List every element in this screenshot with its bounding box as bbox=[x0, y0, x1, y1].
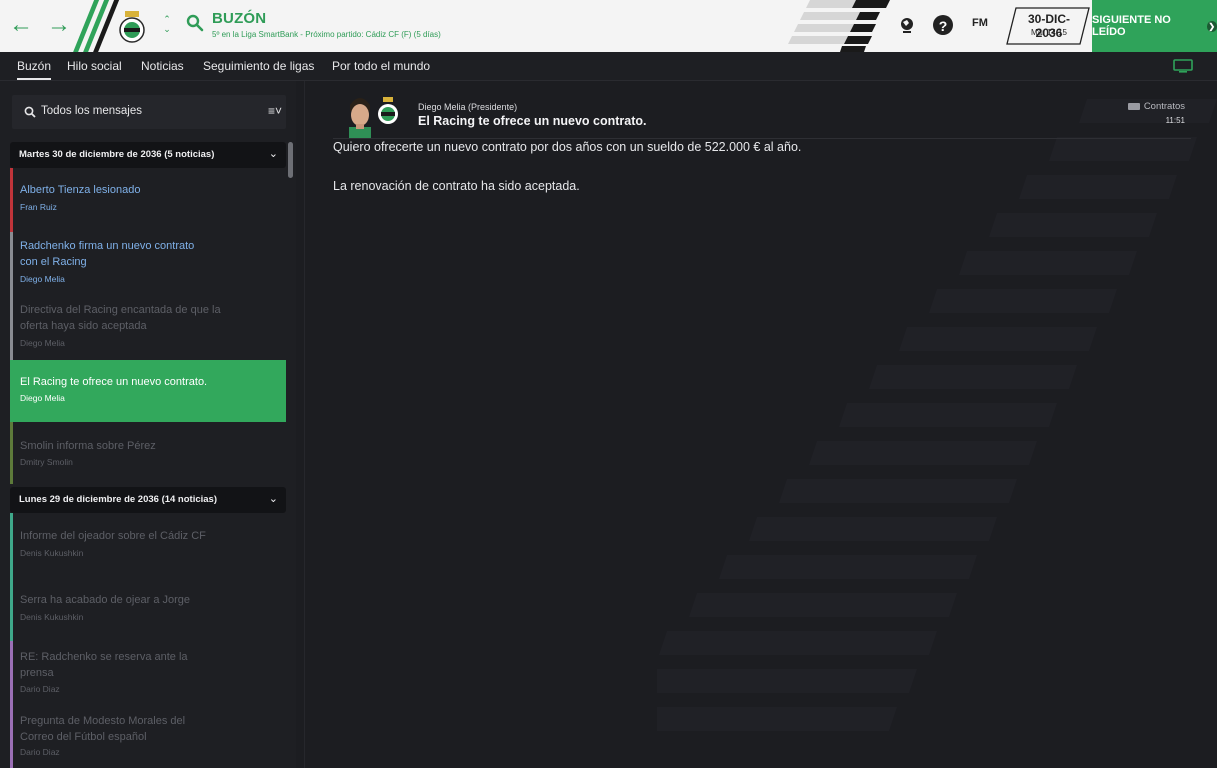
message-item-selected[interactable]: El Racing te ofrece un nuevo contrato. D… bbox=[10, 360, 286, 422]
message-subject: El Racing te ofrece un nuevo contrato. bbox=[418, 114, 647, 128]
category-label: Contratos bbox=[1143, 101, 1185, 112]
message-title: Smolin informa sobre Pérez bbox=[20, 440, 156, 452]
message-sender: Diego Melia bbox=[20, 393, 65, 403]
fm-logo-icon[interactable]: FM bbox=[972, 17, 988, 29]
message-title: Radchenko firma un nuevo contrato con el… bbox=[20, 240, 195, 268]
message-title: Informe del ojeador sobre el Cádiz CF bbox=[20, 530, 206, 542]
category-color-bar bbox=[10, 168, 13, 232]
help-icon[interactable]: ? bbox=[933, 15, 953, 35]
message-sender: Denis Kukushkin bbox=[20, 548, 84, 558]
page-subtitle: 5º en la Liga SmartBank - Próximo partid… bbox=[212, 30, 441, 39]
message-sender: Fran Ruiz bbox=[20, 202, 57, 212]
message-sender: Dario Diaz bbox=[20, 684, 60, 694]
message-item[interactable]: Smolin informa sobre Pérez Dmitry Smolin bbox=[10, 422, 286, 484]
message-title: El Racing te ofrece un nuevo contrato. bbox=[20, 376, 208, 388]
category-tag[interactable]: Contratos bbox=[1127, 101, 1185, 112]
message-sender: Diego Melia bbox=[20, 274, 65, 284]
category-color-bar bbox=[10, 513, 13, 577]
back-arrow-icon[interactable]: ← bbox=[8, 12, 34, 38]
header-divider bbox=[333, 138, 1191, 139]
message-sender: Denis Kukushkin bbox=[20, 612, 84, 622]
sender-avatar[interactable] bbox=[345, 93, 375, 139]
page-title: BUZÓN bbox=[212, 10, 267, 27]
tab-hilo-social[interactable]: Hilo social bbox=[67, 52, 122, 80]
message-body-paragraph: Quiero ofrecerte un nuevo contrato por d… bbox=[333, 140, 802, 154]
tab-noticias[interactable]: Noticias bbox=[141, 52, 184, 80]
message-item[interactable]: Directiva del Racing encantada de que la… bbox=[10, 296, 286, 360]
message-item[interactable]: Pregunta de Modesto Morales del Correo d… bbox=[10, 705, 286, 768]
search-label: Todos los mensajes bbox=[41, 105, 142, 117]
message-list-pane: Todos los mensajes ≡˅ Martes 30 de dicie… bbox=[0, 81, 296, 768]
top-header: ← → ⌃ ⌄ BUZÓN 5º en la Liga SmartBank - P… bbox=[0, 0, 1217, 52]
date-group-header[interactable]: Martes 30 de diciembre de 2036 (5 notici… bbox=[10, 142, 286, 168]
continue-arrow-icon: ❯ bbox=[1206, 20, 1217, 32]
message-detail-pane: Diego Melia (Presidente) El Racing te of… bbox=[305, 81, 1217, 768]
message-title: Directiva del Racing encantada de que la… bbox=[20, 304, 221, 332]
world-icon[interactable] bbox=[896, 14, 918, 36]
continue-label: SIGUIENTE NO LEÍDO bbox=[1092, 14, 1171, 38]
background-stripes bbox=[657, 99, 1217, 731]
sender-line: Diego Melia (Presidente) bbox=[418, 102, 517, 112]
forward-arrow-icon[interactable]: → bbox=[46, 12, 72, 38]
sender-name[interactable]: Diego Melia bbox=[418, 102, 466, 112]
message-item[interactable]: Alberto Tienza lesionado Fran Ruiz bbox=[10, 168, 286, 232]
message-title: RE: Radchenko se reserva ante la prensa bbox=[20, 651, 188, 679]
tv-icon[interactable] bbox=[1173, 59, 1193, 73]
message-time: 11:51 bbox=[1165, 116, 1185, 125]
message-item[interactable]: Radchenko firma un nuevo contrato con el… bbox=[10, 232, 286, 296]
chevron-down-icon[interactable]: ⌄ bbox=[269, 492, 278, 505]
date-group-header[interactable]: Lunes 29 de diciembre de 2036 (14 notici… bbox=[10, 487, 286, 513]
search-icon bbox=[24, 106, 36, 118]
message-item[interactable]: Informe del ojeador sobre el Cádiz CF De… bbox=[10, 513, 286, 577]
tab-buzon[interactable]: Buzón bbox=[17, 52, 52, 80]
date-group-label: Lunes 29 de diciembre de 2036 (14 notici… bbox=[19, 494, 217, 505]
category-color-bar bbox=[10, 577, 13, 641]
message-filter-bar[interactable]: Todos los mensajes ≡˅ bbox=[12, 95, 286, 129]
tab-seguimiento-ligas[interactable]: Seguimiento de ligas bbox=[203, 52, 314, 80]
message-body-paragraph: La renovación de contrato ha sido acepta… bbox=[333, 179, 580, 193]
continue-button[interactable]: SIGUIENTE NO LEÍDO ❯ bbox=[1092, 0, 1217, 52]
message-sender: Dmitry Smolin bbox=[20, 457, 73, 467]
message-title: Pregunta de Modesto Morales del Correo d… bbox=[20, 715, 186, 743]
category-color-bar bbox=[10, 422, 13, 484]
date-group-label: Martes 30 de diciembre de 2036 (5 notici… bbox=[19, 149, 215, 160]
tab-bar: Buzón Hilo social Noticias Seguimiento d… bbox=[0, 52, 1217, 81]
club-crest-icon[interactable] bbox=[116, 10, 148, 44]
message-item[interactable]: RE: Radchenko se reserva ante la prensa … bbox=[10, 641, 286, 705]
message-title: Alberto Tienza lesionado bbox=[20, 184, 141, 196]
category-color-bar bbox=[10, 641, 13, 705]
chevron-down-icon[interactable]: ⌄ bbox=[269, 147, 278, 160]
search-icon[interactable] bbox=[186, 14, 204, 32]
up-down-chevron-icon[interactable]: ⌃ ⌄ bbox=[160, 14, 174, 34]
message-sender: Dario Diaz bbox=[20, 747, 60, 757]
category-color-bar bbox=[10, 705, 13, 768]
category-color-bar bbox=[10, 296, 13, 360]
decorative-stripes bbox=[788, 0, 890, 52]
message-title: Serra ha acabado de ojear a Jorge bbox=[20, 594, 191, 606]
sender-role: (Presidente) bbox=[468, 102, 518, 112]
message-list-scrollbar[interactable] bbox=[288, 142, 293, 178]
tab-por-todo-el-mundo[interactable]: Por todo el mundo bbox=[332, 52, 430, 80]
message-item[interactable]: Serra ha acabado de ojear a Jorge Denis … bbox=[10, 577, 286, 641]
category-color-bar bbox=[10, 232, 13, 296]
message-sender: Diego Melia bbox=[20, 338, 65, 348]
filter-menu-icon[interactable]: ≡˅ bbox=[262, 104, 288, 120]
current-weekday-time: Mar 14:15 bbox=[1030, 28, 1068, 37]
tag-icon bbox=[1127, 102, 1140, 110]
club-badge-icon bbox=[378, 97, 398, 124]
